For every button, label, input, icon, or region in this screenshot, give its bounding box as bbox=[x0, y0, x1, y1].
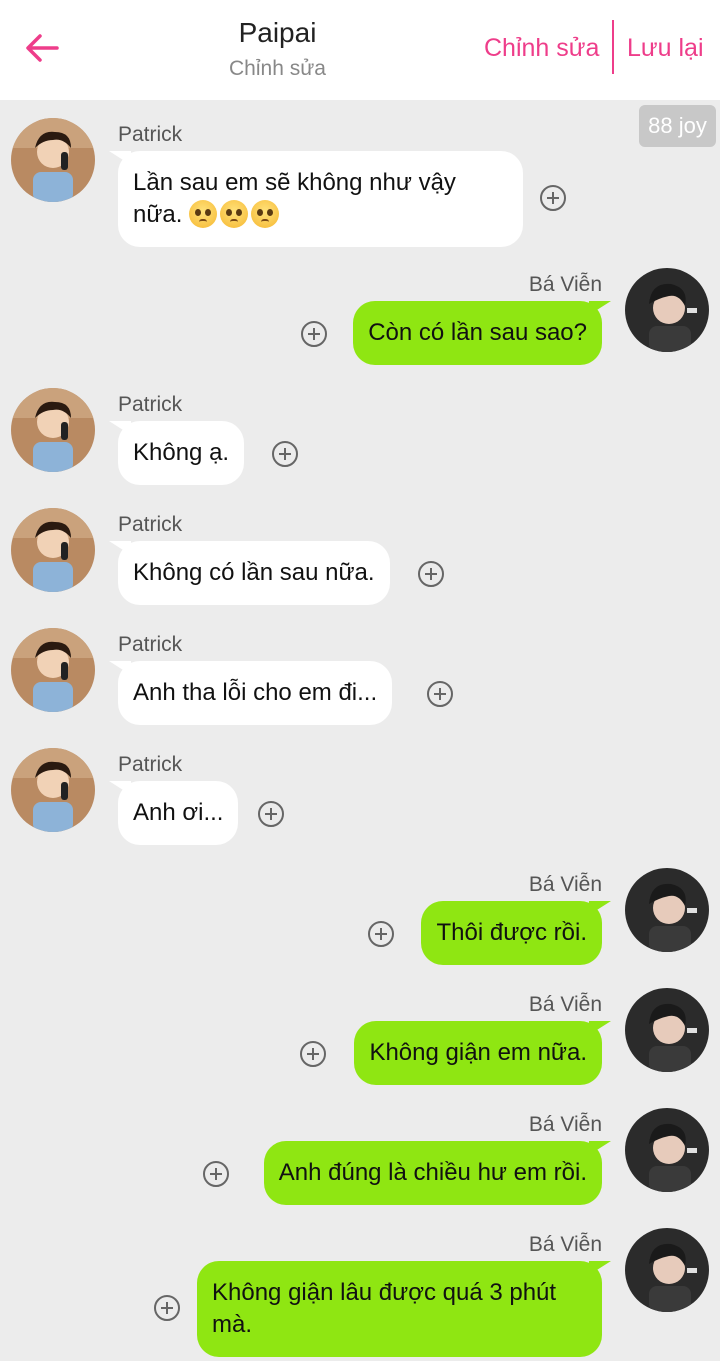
page-subtitle: Chỉnh sửa bbox=[229, 57, 326, 80]
sender-name: Patrick bbox=[118, 513, 183, 536]
avatar[interactable] bbox=[11, 388, 95, 472]
arrow-left-icon bbox=[26, 34, 59, 62]
avatar[interactable] bbox=[625, 1228, 709, 1312]
avatar[interactable] bbox=[625, 268, 709, 352]
message-bubble[interactable]: Còn có lần sau sao? bbox=[353, 301, 611, 365]
add-reaction-icon[interactable] bbox=[258, 801, 284, 827]
page-title: Paipai bbox=[238, 17, 317, 48]
top-bar: Paipai Chỉnh sửa Chỉnh sửa Lưu lại bbox=[0, 0, 720, 100]
avatar[interactable] bbox=[11, 628, 95, 712]
avatar[interactable] bbox=[11, 748, 95, 832]
sender-name: Patrick bbox=[118, 123, 183, 146]
message-text: Lần sau em sẽ không như vậy nữa. bbox=[133, 169, 456, 228]
message-bubble[interactable]: Thôi được rồi. bbox=[421, 901, 611, 965]
add-reaction-icon[interactable] bbox=[272, 441, 298, 467]
avatar[interactable] bbox=[625, 868, 709, 952]
add-reaction-icon[interactable] bbox=[427, 681, 453, 707]
sender-name: Bá Viễn bbox=[528, 993, 602, 1016]
edit-button[interactable]: Chỉnh sửa bbox=[484, 30, 599, 66]
sender-name: Patrick bbox=[118, 393, 183, 416]
header-divider bbox=[612, 20, 614, 74]
avatar[interactable] bbox=[625, 1108, 709, 1192]
message-bubble[interactable]: Lần sau em sẽ không như vậy nữa. bbox=[109, 151, 523, 247]
pleading-face-icon bbox=[251, 200, 280, 228]
avatar[interactable] bbox=[11, 118, 95, 202]
add-reaction-icon[interactable] bbox=[368, 921, 394, 947]
message-bubble[interactable]: Không ạ. bbox=[108, 421, 245, 485]
sender-name: Bá Viễn bbox=[528, 273, 602, 296]
sender-name: Bá Viễn bbox=[528, 1233, 602, 1256]
joy-badge[interactable]: 88 joy bbox=[639, 105, 716, 147]
message-bubble[interactable]: Không giận lâu được quá 3 phút mà. bbox=[197, 1261, 611, 1357]
pleading-face-icon bbox=[189, 200, 218, 228]
add-reaction-icon[interactable] bbox=[301, 321, 327, 347]
title-group: Paipai Chỉnh sửa bbox=[160, 14, 395, 84]
message-bubble[interactable]: Không có lần sau nữa. bbox=[109, 541, 390, 605]
sender-name: Patrick bbox=[118, 753, 183, 776]
message-bubble[interactable]: Không giận em nữa. bbox=[354, 1021, 611, 1085]
save-button[interactable]: Lưu lại bbox=[627, 30, 704, 66]
message-bubble[interactable]: Anh ơi... bbox=[108, 781, 239, 845]
add-reaction-icon[interactable] bbox=[203, 1161, 229, 1187]
sender-name: Patrick bbox=[118, 633, 183, 656]
back-button[interactable] bbox=[20, 26, 64, 70]
sender-name: Bá Viễn bbox=[528, 1113, 602, 1136]
add-reaction-icon[interactable] bbox=[300, 1041, 326, 1067]
message-bubble[interactable]: Anh tha lỗi cho em đi... bbox=[108, 661, 393, 725]
avatar[interactable] bbox=[11, 508, 95, 592]
add-reaction-icon[interactable] bbox=[418, 561, 444, 587]
add-reaction-icon[interactable] bbox=[154, 1295, 180, 1321]
pleading-face-icon bbox=[220, 200, 249, 228]
add-reaction-icon[interactable] bbox=[540, 185, 566, 211]
message-bubble[interactable]: Anh đúng là chiều hư em rồi. bbox=[263, 1141, 612, 1205]
sender-name: Bá Viễn bbox=[528, 873, 602, 896]
avatar[interactable] bbox=[625, 988, 709, 1072]
